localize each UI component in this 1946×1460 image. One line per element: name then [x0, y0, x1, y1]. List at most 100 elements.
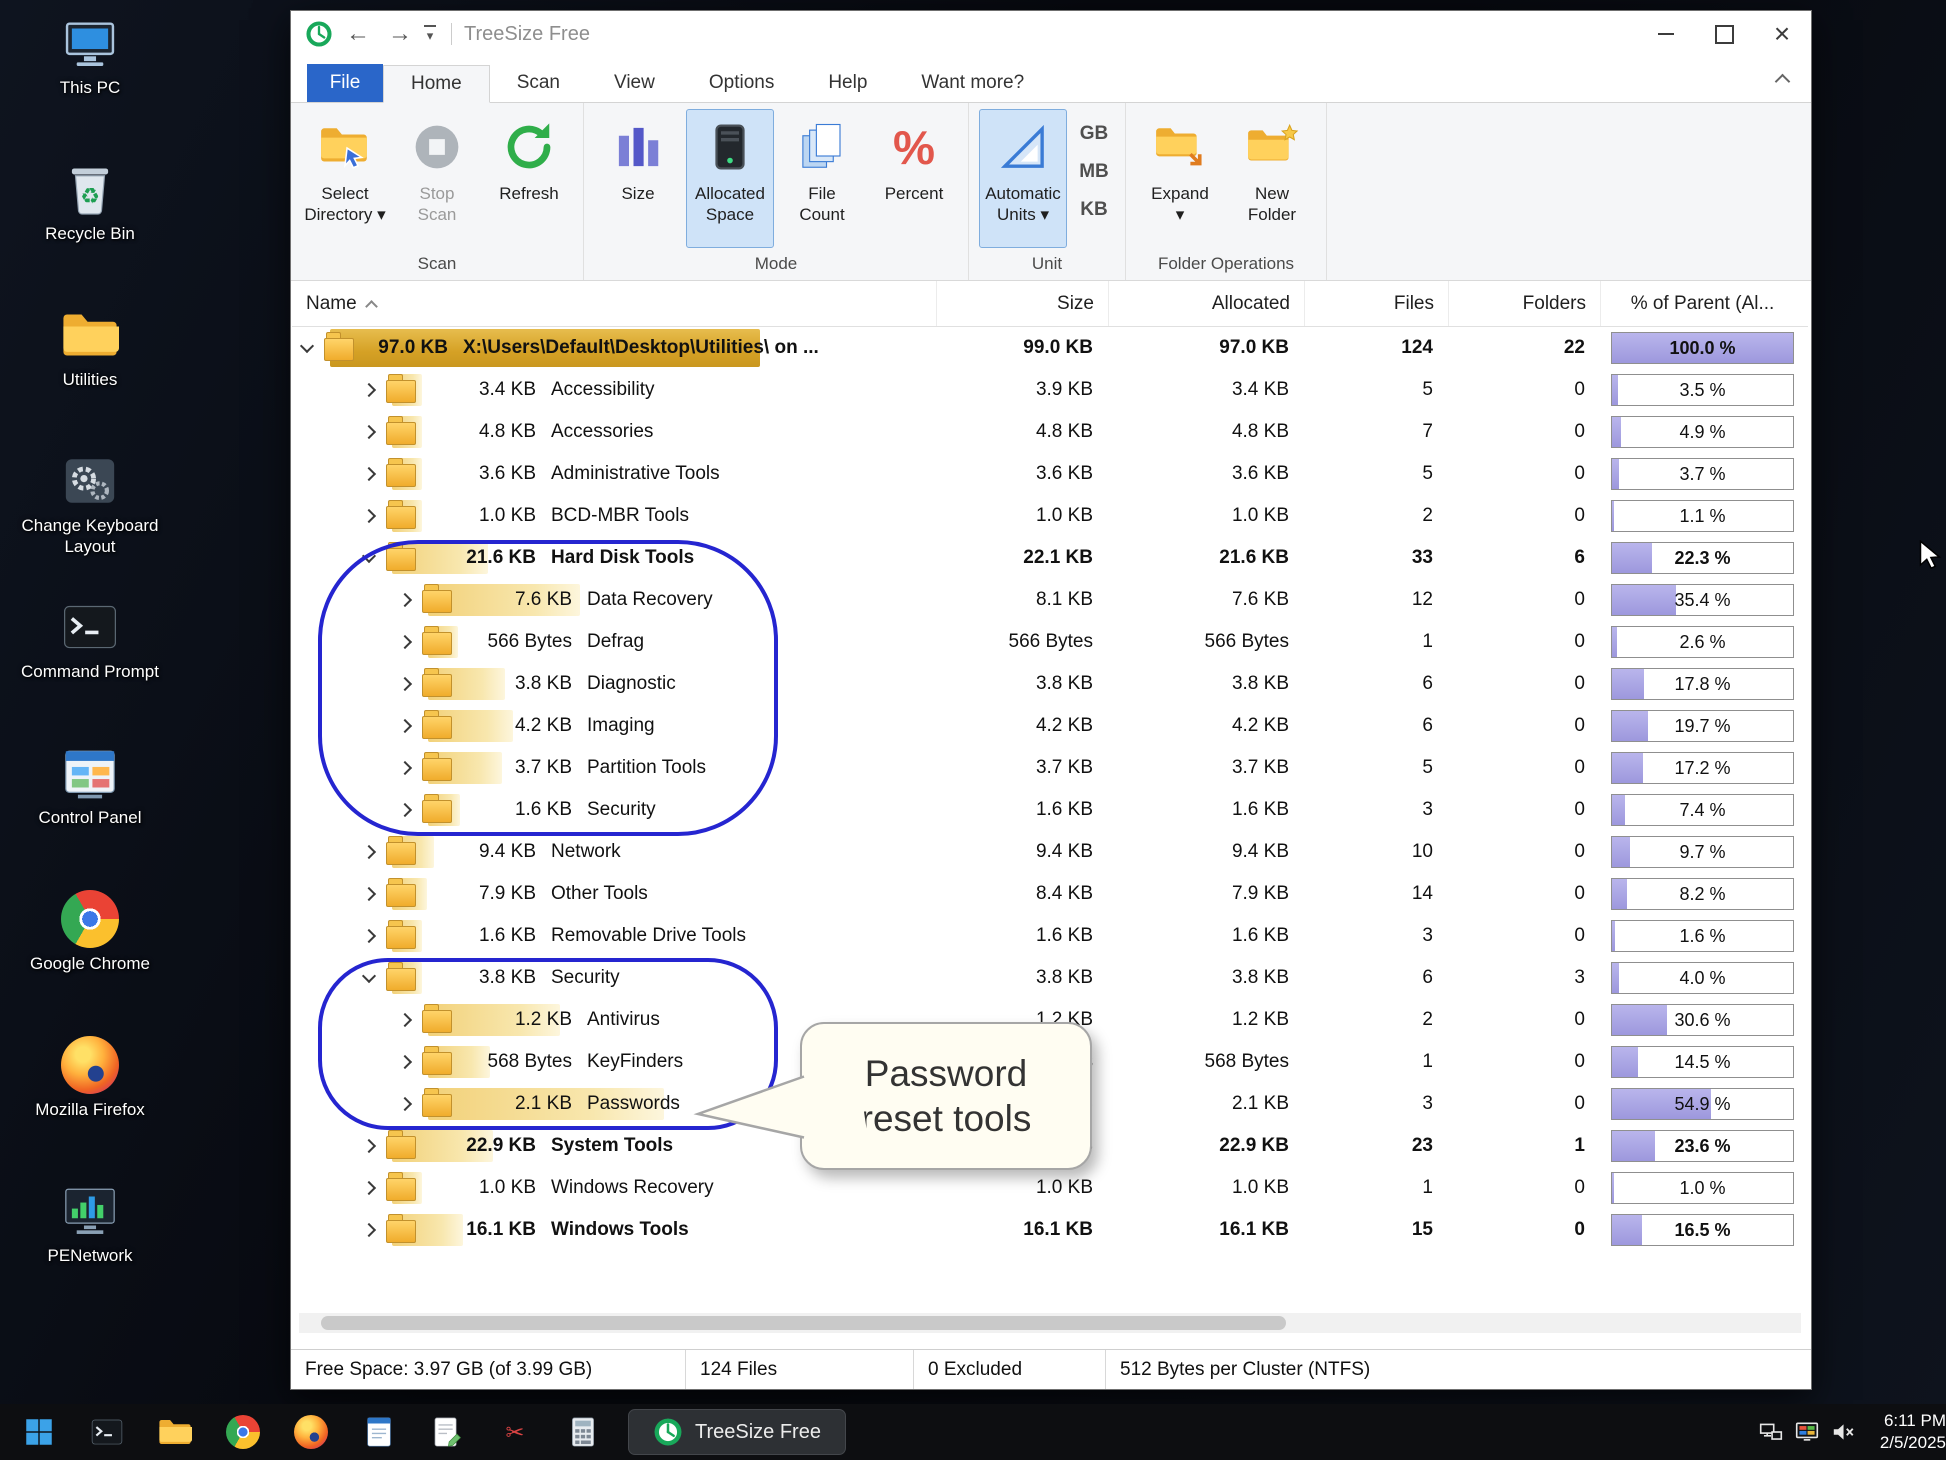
close-button[interactable]: [1753, 11, 1811, 57]
tray-volume-icon[interactable]: [1830, 1419, 1856, 1445]
chevron-right-icon[interactable]: [362, 425, 376, 439]
table-row-removable-drive-tools[interactable]: 1.6 KBRemovable Drive Tools1.6 KB1.6 KB3…: [292, 915, 1808, 957]
collapse-ribbon-icon[interactable]: [1775, 73, 1791, 85]
desktop-icon-mozilla-firefox[interactable]: Mozilla Firefox: [6, 1030, 174, 1176]
taskbar-firefox[interactable]: [286, 1409, 336, 1455]
table-row-windows-tools[interactable]: 16.1 KBWindows Tools16.1 KB16.1 KB15016.…: [292, 1209, 1808, 1251]
chevron-right-icon[interactable]: [398, 719, 412, 733]
taskbar-chrome[interactable]: [218, 1409, 268, 1455]
desktop-icon-command-prompt[interactable]: Command Prompt: [6, 592, 174, 738]
table-row-partition-tools[interactable]: 3.7 KBPartition Tools3.7 KB3.7 KB5017.2 …: [292, 747, 1808, 789]
chevron-right-icon[interactable]: [362, 887, 376, 901]
chevron-right-icon[interactable]: [398, 761, 412, 775]
table-row-hard-disk-tools[interactable]: 21.6 KBHard Disk Tools22.1 KB21.6 KB3362…: [292, 537, 1808, 579]
tab-help[interactable]: Help: [801, 64, 894, 102]
chevron-right-icon[interactable]: [398, 677, 412, 691]
taskbar-notepad[interactable]: [354, 1409, 404, 1455]
expand-button[interactable]: Expand ▾: [1136, 109, 1224, 248]
unit-mb-button[interactable]: MB: [1071, 153, 1117, 191]
chevron-right-icon[interactable]: [362, 1139, 376, 1153]
table-row-accessibility[interactable]: 3.4 KBAccessibility3.9 KB3.4 KB503.5 %: [292, 369, 1808, 411]
taskbar-snipping-tool[interactable]: ✂: [490, 1409, 540, 1455]
chevron-right-icon[interactable]: [362, 509, 376, 523]
desktop-icon-google-chrome[interactable]: Google Chrome: [6, 884, 174, 1030]
tab-view[interactable]: View: [587, 64, 682, 102]
taskbar-start-button[interactable]: [14, 1409, 64, 1455]
horizontal-scrollbar[interactable]: [299, 1313, 1801, 1333]
chevron-right-icon[interactable]: [398, 1055, 412, 1069]
select-directory-button[interactable]: SelectDirectory ▾: [301, 109, 389, 248]
column-header-size[interactable]: Size: [937, 281, 1109, 326]
tab-file[interactable]: File: [307, 64, 383, 102]
automatic-units-button[interactable]: AutomaticUnits ▾: [979, 109, 1067, 248]
chevron-right-icon[interactable]: [398, 803, 412, 817]
table-row-other-tools[interactable]: 7.9 KBOther Tools8.4 KB7.9 KB1408.2 %: [292, 873, 1808, 915]
table-row-antivirus[interactable]: 1.2 KBAntivirus1.2 KB1.2 KB2030.6 %: [292, 999, 1808, 1041]
chevron-right-icon[interactable]: [398, 1097, 412, 1111]
column-header-name[interactable]: Name: [292, 281, 937, 326]
refresh-button[interactable]: Refresh: [485, 109, 573, 248]
table-row-keyfinders[interactable]: 568 BytesKeyFinders568 Bytes568 Bytes101…: [292, 1041, 1808, 1083]
chevron-right-icon[interactable]: [362, 845, 376, 859]
table-row-x-users-default-desktop-utilities-on[interactable]: 97.0 KBX:\Users\Default\Desktop\Utilitie…: [292, 327, 1808, 369]
table-row-security[interactable]: 1.6 KBSecurity1.6 KB1.6 KB307.4 %: [292, 789, 1808, 831]
desktop-icon-recycle-bin[interactable]: ♻Recycle Bin: [6, 154, 174, 300]
desktop-icon-change-keyboard-layout[interactable]: Change Keyboard Layout: [6, 446, 174, 592]
customize-toolbar-icon[interactable]: [419, 25, 441, 44]
chevron-down-icon[interactable]: [300, 338, 314, 352]
unit-gb-button[interactable]: GB: [1071, 115, 1117, 153]
back-icon[interactable]: [341, 17, 375, 51]
tray-display-icon[interactable]: [1794, 1419, 1820, 1445]
taskbar-text-editor[interactable]: [422, 1409, 472, 1455]
column-header-allocated[interactable]: Allocated: [1109, 281, 1305, 326]
table-row-bcd-mbr-tools[interactable]: 1.0 KBBCD-MBR Tools1.0 KB1.0 KB201.1 %: [292, 495, 1808, 537]
tab-scan[interactable]: Scan: [490, 64, 587, 102]
size-mode-button[interactable]: Size: [594, 109, 682, 248]
minimize-button[interactable]: [1637, 11, 1695, 57]
stop-scan-button[interactable]: StopScan: [393, 109, 481, 248]
maximize-button[interactable]: [1695, 11, 1753, 57]
table-row-system-tools[interactable]: 22.9 KBSystem Tools22.9 KB22.9 KB23123.6…: [292, 1125, 1808, 1167]
column-header-files[interactable]: Files: [1305, 281, 1449, 326]
chevron-right-icon[interactable]: [362, 383, 376, 397]
desktop-icon-control-panel[interactable]: Control Panel: [6, 738, 174, 884]
tab-options[interactable]: Options: [682, 64, 801, 102]
taskbar-calculator[interactable]: [558, 1409, 608, 1455]
table-row-imaging[interactable]: 4.2 KBImaging4.2 KB4.2 KB6019.7 %: [292, 705, 1808, 747]
chevron-right-icon[interactable]: [362, 1181, 376, 1195]
scrollbar-thumb[interactable]: [321, 1316, 1286, 1330]
chevron-down-icon[interactable]: [362, 548, 376, 562]
table-row-network[interactable]: 9.4 KBNetwork9.4 KB9.4 KB1009.7 %: [292, 831, 1808, 873]
column-header-of-parent-al[interactable]: % of Parent (Al...: [1601, 281, 1804, 326]
table-row-accessories[interactable]: 4.8 KBAccessories4.8 KB4.8 KB704.9 %: [292, 411, 1808, 453]
desktop-icon-this-pc[interactable]: This PC: [6, 8, 174, 154]
table-row-data-recovery[interactable]: 7.6 KBData Recovery8.1 KB7.6 KB12035.4 %: [292, 579, 1808, 621]
new-folder-button[interactable]: NewFolder: [1228, 109, 1316, 248]
chevron-right-icon[interactable]: [362, 929, 376, 943]
unit-kb-button[interactable]: KB: [1071, 191, 1117, 229]
chevron-down-icon[interactable]: [362, 968, 376, 982]
table-row-passwords[interactable]: 2.1 KBPasswords2.1 KB2.1 KB3054.9 %: [292, 1083, 1808, 1125]
taskbar-command-prompt[interactable]: [82, 1409, 132, 1455]
desktop-icon-utilities[interactable]: Utilities: [6, 300, 174, 446]
chevron-right-icon[interactable]: [362, 1223, 376, 1237]
chevron-right-icon[interactable]: [398, 1013, 412, 1027]
file-count-mode-button[interactable]: FileCount: [778, 109, 866, 248]
taskbar-clock[interactable]: 6:11 PM 2/5/2025: [1880, 1410, 1946, 1454]
forward-icon[interactable]: [383, 17, 417, 51]
chevron-right-icon[interactable]: [398, 635, 412, 649]
table-row-administrative-tools[interactable]: 3.6 KBAdministrative Tools3.6 KB3.6 KB50…: [292, 453, 1808, 495]
taskbar-file-explorer[interactable]: [150, 1409, 200, 1455]
percent-mode-button[interactable]: %Percent: [870, 109, 958, 248]
table-row-defrag[interactable]: 566 BytesDefrag566 Bytes566 Bytes102.6 %: [292, 621, 1808, 663]
desktop-icon-penetwork[interactable]: PENetwork: [6, 1176, 174, 1322]
taskbar-app-treesize[interactable]: TreeSize Free: [628, 1409, 846, 1455]
table-row-diagnostic[interactable]: 3.8 KBDiagnostic3.8 KB3.8 KB6017.8 %: [292, 663, 1808, 705]
column-header-folders[interactable]: Folders: [1449, 281, 1601, 326]
table-row-security[interactable]: 3.8 KBSecurity3.8 KB3.8 KB634.0 %: [292, 957, 1808, 999]
tab-home[interactable]: Home: [383, 65, 490, 103]
tab-want-more[interactable]: Want more?: [894, 64, 1051, 102]
table-row-windows-recovery[interactable]: 1.0 KBWindows Recovery1.0 KB1.0 KB101.0 …: [292, 1167, 1808, 1209]
allocated-space-mode-button[interactable]: AllocatedSpace: [686, 109, 774, 248]
chevron-right-icon[interactable]: [398, 593, 412, 607]
